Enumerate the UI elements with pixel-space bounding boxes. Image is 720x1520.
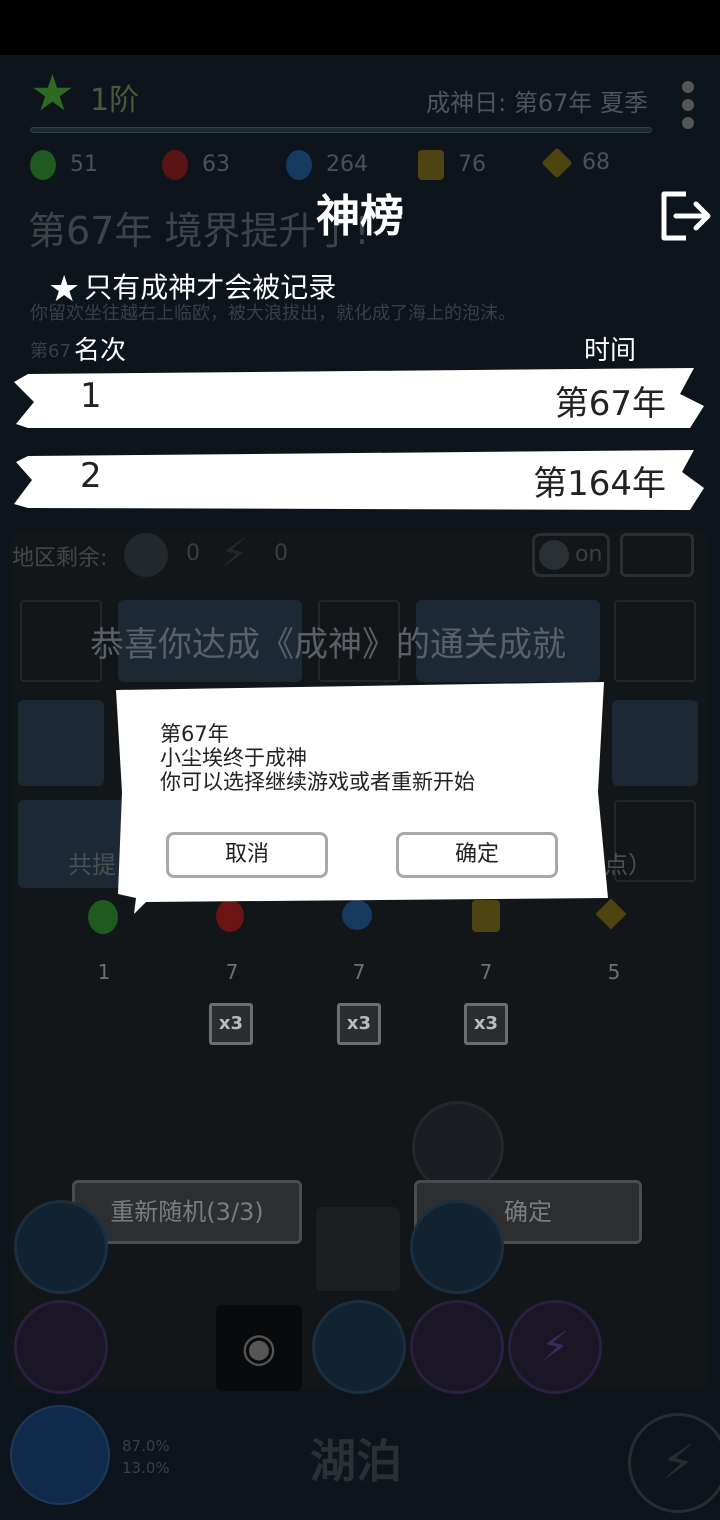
map-icon[interactable] xyxy=(312,1300,406,1394)
row-rank: 2 xyxy=(80,456,102,496)
leaderboard-row: 2 第164年 xyxy=(14,448,706,516)
column-time: 时间 xyxy=(584,336,637,366)
dialog-line: 第67年 xyxy=(160,722,229,746)
cancel-button[interactable]: 取消 xyxy=(166,832,328,878)
percent-secondary: 13.0% xyxy=(122,1459,170,1477)
x3-video-button[interactable]: x3 xyxy=(464,1003,508,1045)
progress-bar xyxy=(30,127,652,133)
resource-value: 264 xyxy=(326,152,368,177)
resource-leaf: 51 xyxy=(30,150,98,180)
element-count: 1 xyxy=(97,960,111,984)
dialog-message: 第67年 小尘埃终于成神 你可以选择继续游戏或者重新开始 xyxy=(160,722,475,794)
region-label: 地区剩余: xyxy=(12,546,108,571)
resource-value: 51 xyxy=(70,152,98,177)
map-trash-button[interactable] xyxy=(620,533,694,577)
leaf-icon xyxy=(124,533,168,577)
leaderboard-note: ★ 只有成神才会被记录 xyxy=(48,266,336,310)
lightning-button[interactable]: ⚡ xyxy=(628,1413,720,1513)
row-rank: 1 xyxy=(80,376,102,416)
region-count: 0 xyxy=(274,541,288,566)
tile[interactable] xyxy=(612,700,698,786)
leaderboard-title: 神榜 xyxy=(316,191,404,242)
row-time: 第67年 xyxy=(554,384,666,424)
share-text-end: 点） xyxy=(604,851,652,879)
element-count: 7 xyxy=(352,960,366,984)
tile[interactable] xyxy=(316,1207,400,1291)
resource-value: 76 xyxy=(458,152,486,177)
eye-icon[interactable]: ◉ xyxy=(216,1305,302,1391)
map-icon[interactable] xyxy=(14,1300,108,1394)
lightning-icon[interactable]: ⚡ xyxy=(508,1300,602,1394)
lightning-icon: ⚡ xyxy=(220,531,249,577)
story-line-short: 第67 xyxy=(30,341,71,362)
star-icon: ★ xyxy=(48,269,81,310)
tile[interactable] xyxy=(614,600,696,682)
percent-primary: 87.0% xyxy=(122,1437,170,1455)
more-menu-icon[interactable] xyxy=(682,81,696,135)
map-icon[interactable] xyxy=(410,1200,504,1294)
completion-dialog: 第67年 小尘埃终于成神 你可以选择继续游戏或者重新开始 取消 确定 xyxy=(112,672,608,914)
leaf-icon xyxy=(30,150,56,180)
wave-icon xyxy=(286,150,312,180)
share-text: 共提 xyxy=(68,851,116,879)
progress-pie xyxy=(10,1405,110,1505)
dialog-line: 你可以选择继续游戏或者重新开始 xyxy=(160,770,475,794)
toggle-label: on xyxy=(575,542,603,567)
x3-video-button[interactable]: x3 xyxy=(209,1003,253,1045)
leaderboard-row: 1 第67年 xyxy=(14,368,706,436)
note-text: 只有成神才会被记录 xyxy=(84,271,337,304)
star-icon: ★ xyxy=(30,64,75,122)
row-time: 第164年 xyxy=(533,464,666,504)
date-label: 成神日: 第67年 夏季 xyxy=(426,89,648,117)
rank-label: 1阶 xyxy=(90,83,140,118)
dialog-line: 小尘埃终于成神 xyxy=(160,746,307,770)
congrats-text: 恭喜你达成《成神》的通关成就 xyxy=(90,625,566,665)
resource-value: 68 xyxy=(582,150,610,175)
column-rank: 名次 xyxy=(74,336,127,366)
mountain-icon xyxy=(418,150,444,180)
diamond-icon xyxy=(541,147,573,179)
map-icon[interactable] xyxy=(14,1200,108,1294)
face-icon xyxy=(539,540,569,570)
region-count: 0 xyxy=(186,541,200,566)
element-count: 5 xyxy=(607,960,621,984)
map-icon[interactable] xyxy=(410,1300,504,1394)
resource-wave: 264 xyxy=(286,150,368,180)
resource-mountain: 76 xyxy=(418,150,486,180)
x3-video-button[interactable]: x3 xyxy=(337,1003,381,1045)
element-count: 7 xyxy=(225,960,239,984)
exit-icon[interactable] xyxy=(658,190,712,242)
location-label: 湖泊 xyxy=(310,1434,402,1488)
tile[interactable] xyxy=(18,700,104,786)
ok-button[interactable]: 确定 xyxy=(396,832,558,878)
resource-fire: 63 xyxy=(162,150,230,180)
element-count: 7 xyxy=(479,960,493,984)
fire-icon xyxy=(162,150,188,180)
toggle-button[interactable]: on xyxy=(532,533,610,577)
resource-value: 63 xyxy=(202,152,230,177)
resource-diamond: 68 xyxy=(541,147,610,179)
